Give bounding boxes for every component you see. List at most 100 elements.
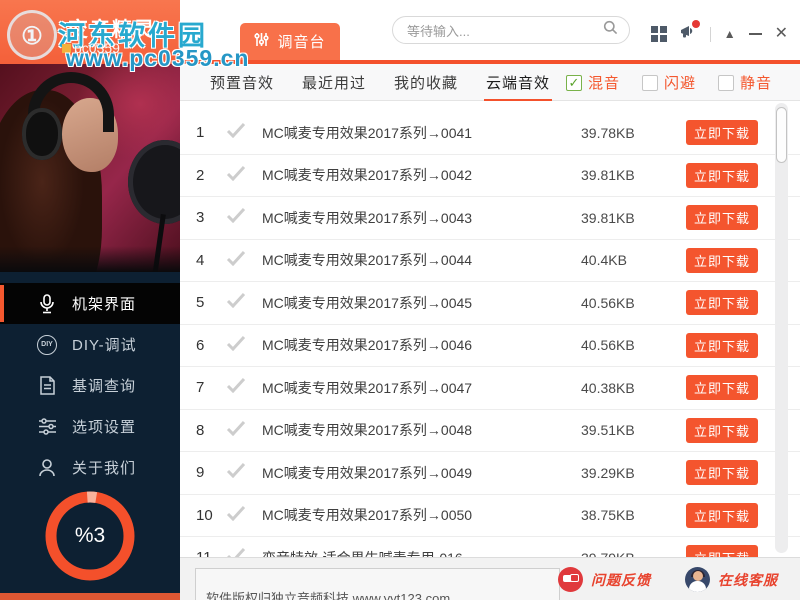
effect-name: MC喊麦专用效果2017系列→0048 xyxy=(262,422,473,439)
online-service-label: 在线客服 xyxy=(718,571,778,588)
row-check-icon xyxy=(226,292,262,313)
studio-photo xyxy=(0,64,180,272)
checkbox-icon[interactable]: ✓ xyxy=(565,74,582,91)
row-index: 4 xyxy=(196,251,205,269)
row-index: 6 xyxy=(196,336,205,354)
tab-mixer[interactable]: 调音台 xyxy=(240,23,340,60)
effect-size: 39.29KB xyxy=(581,464,635,481)
effect-size: 39.79KB xyxy=(581,550,686,557)
row-check-icon xyxy=(226,207,262,228)
minimize-icon[interactable] xyxy=(748,33,762,35)
toggle-2[interactable]: ✓ 闪避 xyxy=(641,72,696,93)
progress-percent-label: %3 xyxy=(74,524,106,547)
download-button[interactable]: 立即下载 xyxy=(686,460,758,486)
tab-4[interactable]: 云端音效 xyxy=(484,63,553,102)
download-button[interactable]: 立即下载 xyxy=(686,502,758,528)
audio-toggles: ✓ 混音 ✓ 闪避 ✓ 静音 xyxy=(565,64,772,101)
online-service-link[interactable]: 在线客服 xyxy=(685,567,778,592)
download-button[interactable]: 立即下载 xyxy=(686,545,758,557)
scrollbar-thumb[interactable] xyxy=(776,107,787,163)
top-bar: 调音台 等待输入... ▲ ✕ xyxy=(180,0,800,64)
promo-horn-icon[interactable] xyxy=(680,20,700,44)
effect-row: 8 MC喊麦专用效果2017系列→0048 39.51KB 立即下载 xyxy=(180,410,800,452)
checkbox-icon[interactable]: ✓ xyxy=(641,74,658,91)
effect-row: 7 MC喊麦专用效果2017系列→0047 40.38KB 立即下载 xyxy=(180,367,800,410)
toggle-1[interactable]: ✓ 混音 xyxy=(565,72,620,93)
download-button[interactable]: 立即下载 xyxy=(686,247,758,273)
tab-1[interactable]: 预置音效 xyxy=(210,63,274,102)
row-index: 1 xyxy=(196,124,205,142)
effect-size: 40.56KB xyxy=(581,294,635,311)
sidebar-item-3[interactable]: 基调查询 xyxy=(0,365,180,406)
effects-list: 1 MC喊麦专用效果2017系列→0041 39.78KB 立即下载 2 MC喊麦专用效果… xyxy=(180,101,800,557)
sidebar-item-1[interactable]: 机架界面 xyxy=(0,283,180,324)
effects-tab-bar: 预置音效最近用过我的收藏云端音效 ✓ 混音 ✓ 闪避 ✓ 静音 xyxy=(180,63,800,102)
checkbox-icon[interactable]: ✓ xyxy=(717,74,734,91)
effect-size: 40.56KB xyxy=(581,337,635,354)
apps-grid-icon[interactable] xyxy=(650,26,667,42)
row-index: 8 xyxy=(196,421,205,439)
effect-row: 9 MC喊麦专用效果2017系列→0049 39.29KB 立即下载 xyxy=(180,452,800,495)
effect-size: 39.81KB xyxy=(581,209,635,226)
row-check-icon xyxy=(226,462,262,483)
row-index: 11 xyxy=(192,549,226,557)
effect-row: 10 MC喊麦专用效果2017系列→0050 38.75KB 立即下载 xyxy=(180,495,800,537)
download-button[interactable]: 立即下载 xyxy=(686,332,758,358)
effect-row: 1 MC喊麦专用效果2017系列→0041 39.78KB 立即下载 xyxy=(180,112,800,155)
effects-tabs: 预置音效 最近用过 我的收藏 云端音效 xyxy=(210,63,553,102)
sidebar-item-label: 关于我们 xyxy=(72,460,137,477)
download-button[interactable]: 立即下载 xyxy=(686,417,758,443)
user-icon xyxy=(36,457,58,479)
sidebar-item-label: 选项设置 xyxy=(72,419,137,436)
effect-name: MC喊麦专用效果2017系列→0041 xyxy=(262,124,473,141)
row-index: 5 xyxy=(196,294,205,312)
tab-mixer-label: 调音台 xyxy=(277,34,326,51)
scrollbar-track[interactable] xyxy=(775,103,788,553)
app-logo: 变音精灵 xyxy=(0,0,180,64)
feedback-link[interactable]: 问题反馈 xyxy=(558,567,651,592)
download-button[interactable]: 立即下载 xyxy=(686,162,758,188)
main-area: 调音台 等待输入... ▲ ✕ 预置音效 最近用过 我的收藏 云端音效 ✓ 混音… xyxy=(180,0,800,600)
toggle-label: 混音 xyxy=(587,75,620,92)
row-index: 9 xyxy=(196,464,205,482)
row-check-icon xyxy=(226,122,262,143)
sidebar: 变音精灵 机架界面 DIY DIY-调试 基调查询选项设置关于我们 %3 xyxy=(0,0,180,600)
download-button[interactable]: 立即下载 xyxy=(686,205,758,231)
effect-row: 5 MC喊麦专用效果2017系列→0045 40.56KB 立即下载 xyxy=(180,282,800,325)
effect-row: 3 MC喊麦专用效果2017系列→0043 39.81KB 立即下载 xyxy=(180,197,800,240)
tab-3[interactable]: 我的收藏 xyxy=(394,63,458,102)
sidebar-item-2[interactable]: DIY DIY-调试 xyxy=(0,324,180,365)
sidebar-menu: 机架界面 DIY DIY-调试 基调查询选项设置关于我们 xyxy=(0,283,180,488)
mixer-sliders-icon xyxy=(254,32,270,51)
notification-dot xyxy=(691,20,700,28)
window-controls: ▲ ✕ xyxy=(650,20,788,44)
download-button[interactable]: 立即下载 xyxy=(686,375,758,401)
sidebar-item-4[interactable]: 选项设置 xyxy=(0,406,180,447)
effect-row: 6 MC喊麦专用效果2017系列→0046 40.56KB 立即下载 xyxy=(180,325,800,367)
effect-name: MC喊麦专用效果2017系列→0042 xyxy=(262,167,473,184)
tab-2[interactable]: 最近用过 xyxy=(302,63,366,102)
search-placeholder: 等待输入... xyxy=(407,23,470,39)
download-button[interactable]: 立即下载 xyxy=(686,120,758,146)
row-check-icon xyxy=(226,250,262,271)
diy-icon: DIY xyxy=(36,334,58,356)
search-input[interactable]: 等待输入... xyxy=(392,16,630,44)
copyright-text: 软件版权归独立音频科技 www.yyt123.com xyxy=(206,591,451,600)
close-icon[interactable]: ✕ xyxy=(775,26,788,42)
effect-name: MC喊麦专用效果2017系列→0046 xyxy=(262,337,473,354)
sidebar-item-5[interactable]: 关于我们 xyxy=(0,447,180,488)
copyright-box: 软件版权归独立音频科技 www.yyt123.com xyxy=(195,568,560,600)
effect-name: 变音特效-适合男生喊麦专用-016 xyxy=(262,548,581,557)
customer-service-icon xyxy=(685,567,710,592)
row-index: 2 xyxy=(196,166,205,184)
effect-size: 39.81KB xyxy=(581,167,635,184)
boss-key-icon[interactable]: ▲ xyxy=(724,28,736,40)
feedback-label: 问题反馈 xyxy=(591,571,651,588)
toggle-3[interactable]: ✓ 静音 xyxy=(717,72,772,93)
download-button[interactable]: 立即下载 xyxy=(686,290,758,316)
search-icon[interactable] xyxy=(603,20,618,40)
app-window: 变音精灵 机架界面 DIY DIY-调试 基调查询 选项设置 关于我们 %3 调… xyxy=(0,0,800,600)
effect-name: MC喊麦专用效果2017系列→0043 xyxy=(262,209,473,226)
toggle-label: 闪避 xyxy=(663,75,696,92)
row-index: 10 xyxy=(196,506,213,524)
